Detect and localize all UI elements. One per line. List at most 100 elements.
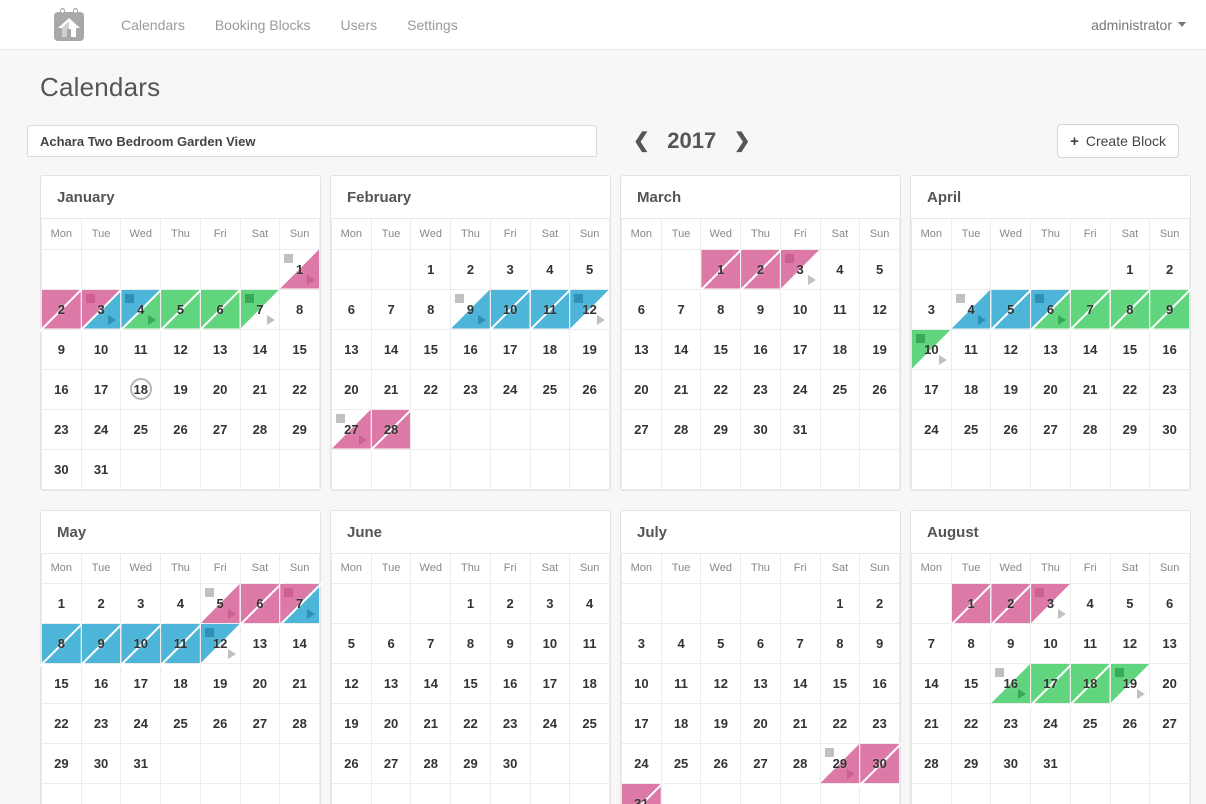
day-cell[interactable]: 25 — [120, 408, 162, 450]
day-cell[interactable]: 31 — [779, 408, 821, 450]
day-cell[interactable]: 23 — [80, 703, 122, 744]
day-cell[interactable]: 23 — [859, 703, 900, 744]
day-cell[interactable]: 24 — [489, 368, 531, 410]
day-cell[interactable]: 8 — [450, 623, 491, 664]
nav-link-settings[interactable]: Settings — [392, 0, 473, 50]
day-cell[interactable]: 4 — [1069, 583, 1111, 624]
day-cell[interactable]: 2 — [489, 583, 531, 624]
day-cell[interactable]: 7 — [660, 288, 702, 330]
day-cell[interactable]: 30 — [489, 743, 531, 784]
day-cell[interactable]: 18 — [569, 663, 610, 704]
day-cell[interactable]: 11 — [1069, 623, 1111, 664]
day-cell[interactable]: 7 — [279, 583, 320, 624]
day-cell[interactable]: 16 — [859, 663, 900, 704]
day-cell[interactable]: 1 — [819, 583, 861, 624]
day-cell[interactable]: 28 — [660, 408, 702, 450]
day-cell[interactable]: 23 — [990, 703, 1032, 744]
day-cell[interactable]: 30 — [859, 743, 900, 784]
day-cell[interactable]: 8 — [950, 623, 992, 664]
day-cell[interactable]: 3 — [489, 248, 531, 290]
day-cell[interactable]: 3 — [80, 288, 122, 330]
day-cell[interactable]: 26 — [1109, 703, 1151, 744]
day-cell[interactable]: 3 — [1030, 583, 1071, 624]
day-cell[interactable]: 12 — [700, 663, 742, 704]
day-cell[interactable]: 16 — [990, 663, 1032, 704]
day-cell[interactable]: 8 — [41, 623, 82, 664]
nav-link-booking-blocks[interactable]: Booking Blocks — [200, 0, 326, 50]
day-cell[interactable]: 6 — [199, 288, 241, 330]
day-cell[interactable]: 17 — [80, 368, 122, 410]
day-cell[interactable]: 24 — [1030, 703, 1071, 744]
day-cell[interactable]: 30 — [740, 408, 781, 450]
day-cell[interactable]: 23 — [489, 703, 531, 744]
day-cell[interactable]: 20 — [740, 703, 781, 744]
day-cell[interactable]: 17 — [489, 328, 531, 370]
day-cell[interactable]: 3 — [911, 288, 952, 330]
day-cell[interactable]: 21 — [779, 703, 821, 744]
day-cell[interactable]: 13 — [1030, 328, 1071, 370]
nav-link-users[interactable]: Users — [326, 0, 393, 50]
day-cell[interactable]: 10 — [621, 663, 662, 704]
day-cell[interactable]: 27 — [621, 408, 662, 450]
day-cell[interactable]: 12 — [569, 288, 610, 330]
day-cell[interactable]: 19 — [700, 703, 742, 744]
day-cell[interactable]: 20 — [1030, 368, 1071, 410]
day-cell[interactable]: 3 — [779, 248, 821, 290]
day-cell[interactable]: 21 — [239, 368, 281, 410]
day-cell[interactable]: 29 — [41, 743, 82, 784]
day-cell[interactable]: 25 — [569, 703, 610, 744]
day-cell[interactable]: 25 — [1069, 703, 1111, 744]
day-cell[interactable]: 19 — [331, 703, 372, 744]
day-cell[interactable]: 8 — [1109, 288, 1151, 330]
day-cell[interactable]: 11 — [120, 328, 162, 370]
day-cell[interactable]: 7 — [410, 623, 452, 664]
day-cell[interactable]: 10 — [120, 623, 162, 664]
day-cell[interactable]: 20 — [370, 703, 412, 744]
day-cell[interactable]: 4 — [529, 248, 571, 290]
day-cell[interactable]: 14 — [660, 328, 702, 370]
day-cell[interactable]: 6 — [331, 288, 372, 330]
day-cell[interactable]: 11 — [529, 288, 571, 330]
day-cell[interactable]: 24 — [779, 368, 821, 410]
day-cell[interactable]: 10 — [779, 288, 821, 330]
day-cell[interactable]: 4 — [819, 248, 861, 290]
day-cell[interactable]: 5 — [859, 248, 900, 290]
day-cell[interactable]: 26 — [199, 703, 241, 744]
day-cell[interactable]: 24 — [120, 703, 162, 744]
day-cell[interactable]: 17 — [621, 703, 662, 744]
day-cell[interactable]: 19 — [199, 663, 241, 704]
day-cell[interactable]: 16 — [1149, 328, 1190, 370]
day-cell[interactable]: 22 — [279, 368, 320, 410]
day-cell[interactable]: 20 — [621, 368, 662, 410]
app-logo[interactable] — [44, 5, 94, 45]
day-cell[interactable]: 23 — [740, 368, 781, 410]
day-cell[interactable]: 18 — [819, 328, 861, 370]
day-cell[interactable]: 29 — [1109, 408, 1151, 450]
day-cell[interactable]: 4 — [120, 288, 162, 330]
day-cell[interactable]: 19 — [160, 368, 201, 410]
day-cell[interactable]: 28 — [779, 743, 821, 784]
day-cell[interactable]: 16 — [740, 328, 781, 370]
day-cell[interactable]: 15 — [700, 328, 742, 370]
day-cell[interactable]: 28 — [370, 408, 412, 450]
day-cell[interactable]: 9 — [990, 623, 1032, 664]
day-cell[interactable]: 28 — [239, 408, 281, 450]
day-cell[interactable]: 27 — [370, 743, 412, 784]
day-cell[interactable]: 28 — [1069, 408, 1111, 450]
day-cell[interactable]: 13 — [370, 663, 412, 704]
day-cell[interactable]: 21 — [370, 368, 412, 410]
day-cell[interactable]: 12 — [990, 328, 1032, 370]
day-cell[interactable]: 15 — [41, 663, 82, 704]
day-cell[interactable]: 4 — [950, 288, 992, 330]
day-cell[interactable]: 14 — [1069, 328, 1111, 370]
day-cell[interactable]: 12 — [1109, 623, 1151, 664]
day-cell[interactable]: 13 — [740, 663, 781, 704]
day-cell[interactable]: 14 — [239, 328, 281, 370]
day-cell[interactable]: 8 — [819, 623, 861, 664]
day-cell[interactable]: 17 — [1030, 663, 1071, 704]
day-cell[interactable]: 19 — [859, 328, 900, 370]
day-cell[interactable]: 17 — [779, 328, 821, 370]
day-cell[interactable]: 10 — [1030, 623, 1071, 664]
day-cell[interactable]: 26 — [569, 368, 610, 410]
day-cell[interactable]: 26 — [700, 743, 742, 784]
